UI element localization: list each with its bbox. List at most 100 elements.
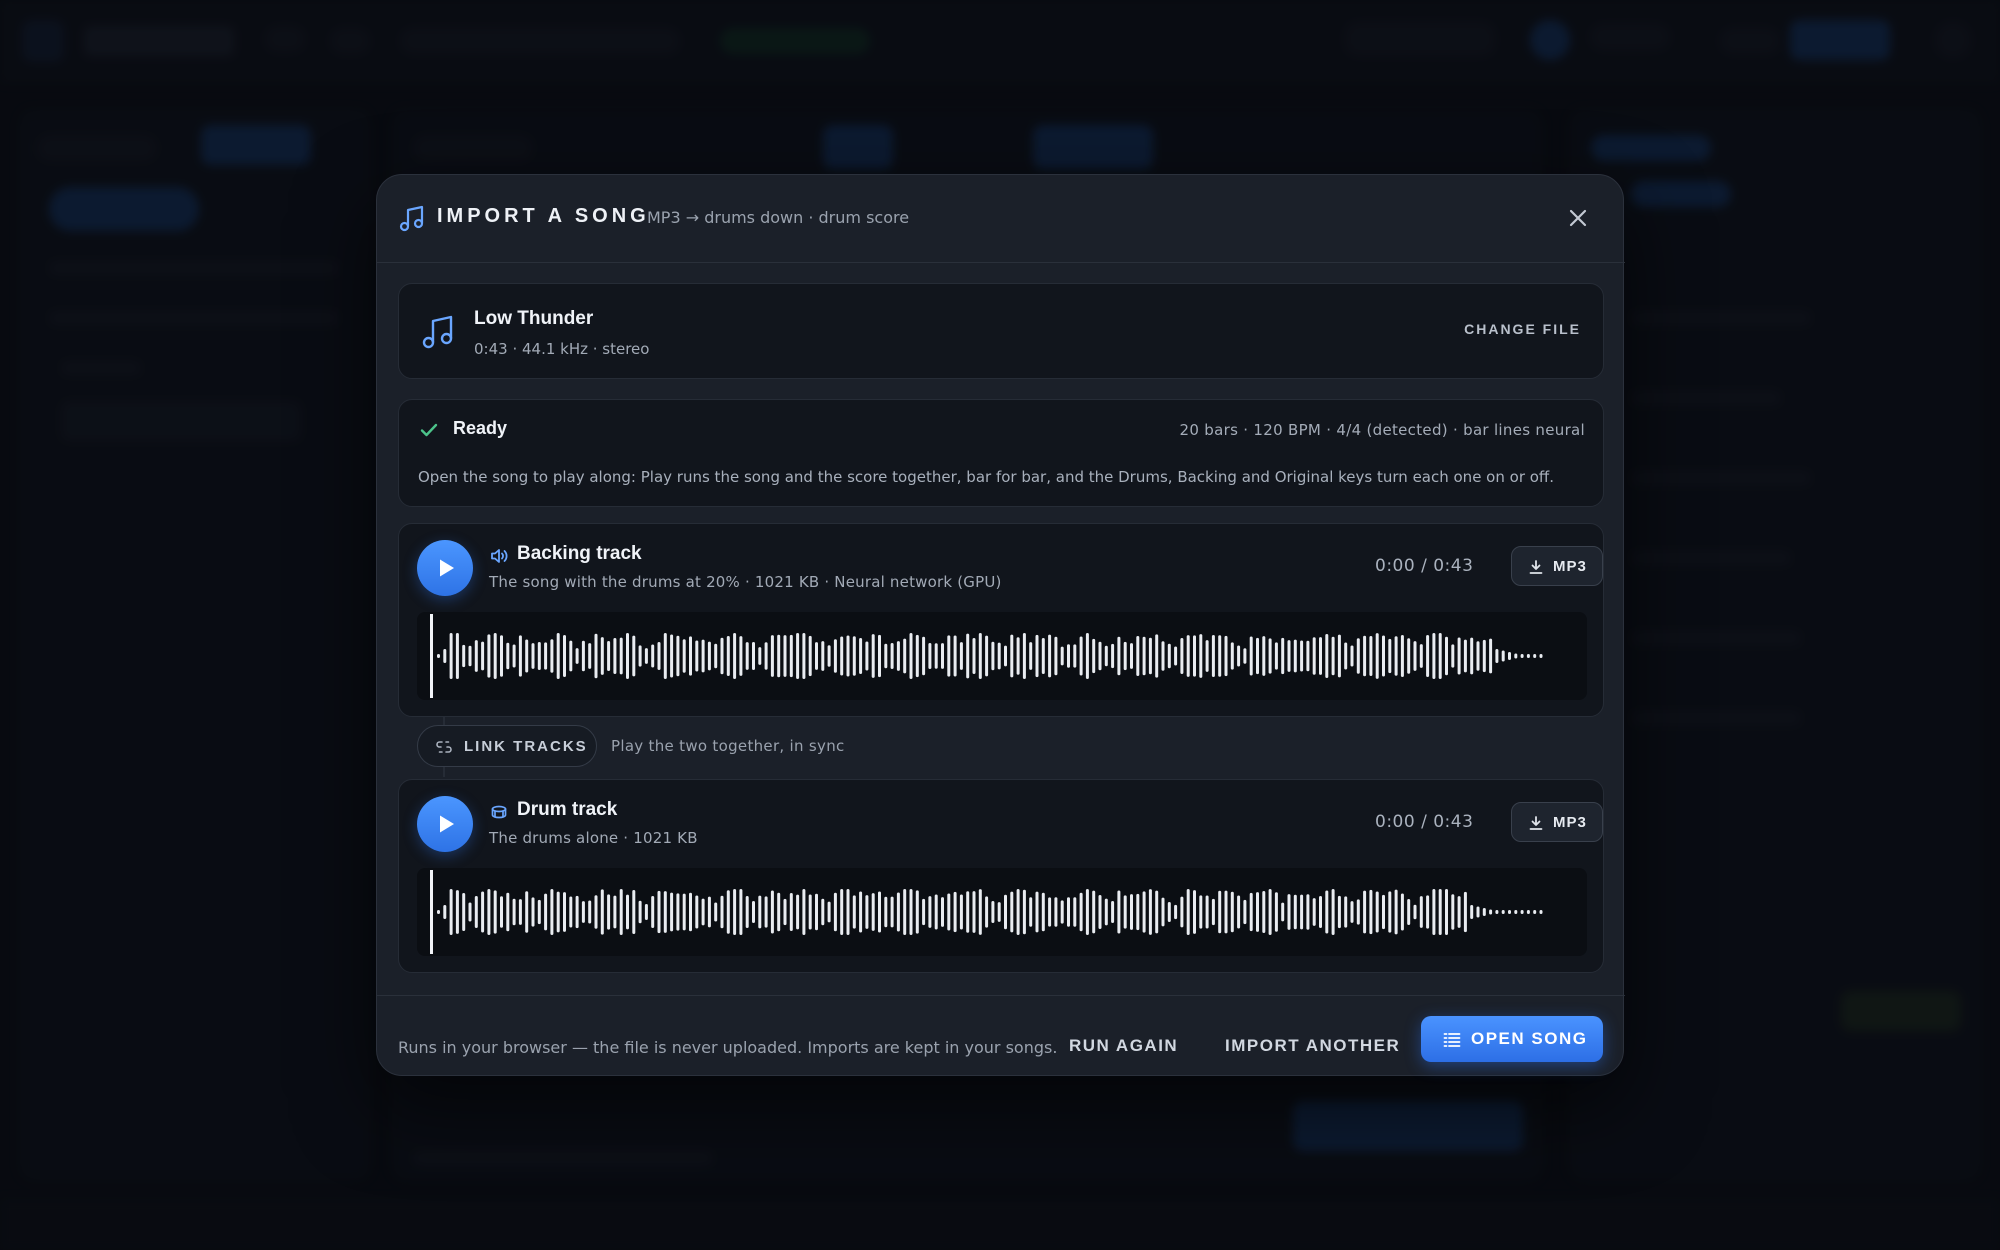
waveform-bar (481, 641, 485, 671)
waveform-bar (871, 893, 875, 931)
file-name: Low Thunder (474, 308, 594, 329)
import-another-button[interactable]: IMPORT ANOTHER (1225, 1036, 1400, 1056)
waveform-bar (1539, 654, 1543, 658)
waveform-bar (544, 893, 548, 931)
waveform-bar (1419, 896, 1423, 928)
waveform-bar (689, 892, 692, 932)
waveform-bar (707, 896, 711, 928)
waveform-bar (966, 891, 970, 933)
waveform-bar (1407, 638, 1411, 674)
file-meta: 0:43 · 44.1 kHz · stereo (474, 340, 650, 358)
waveform-bar (720, 895, 724, 929)
waveform-bar (581, 640, 585, 672)
waveform-bar (1224, 890, 1228, 934)
waveform-bar (1375, 633, 1379, 679)
drum-play-button[interactable] (417, 796, 473, 852)
run-again-button[interactable]: RUN AGAIN (1069, 1036, 1178, 1056)
playhead[interactable] (430, 870, 433, 954)
waveform-bar (764, 896, 768, 928)
waveform-bar (1489, 638, 1493, 674)
playhead[interactable] (430, 614, 433, 698)
waveform-bar (506, 892, 510, 932)
waveform-bar (796, 894, 800, 930)
waveform-bar (739, 636, 743, 676)
link-tracks-button[interactable]: LINK TRACKS (417, 725, 597, 767)
dialog-header: IMPORT A SONG MP3 → drums down · drum sc… (377, 175, 1625, 263)
backing-download-button[interactable]: MP3 (1511, 546, 1603, 586)
link-icon (436, 741, 452, 753)
waveform-bar (833, 892, 837, 932)
link-tracks-hint: Play the two together, in sync (611, 737, 845, 755)
waveform-bar (1130, 894, 1133, 930)
waveform-bar (827, 645, 831, 667)
change-file-button[interactable]: CHANGE FILE (1464, 321, 1581, 337)
waveform-bar (733, 889, 737, 935)
waveform-bar (1111, 643, 1115, 669)
waveform-bar (1325, 634, 1329, 678)
waveform-bar (1237, 895, 1241, 929)
waveform-bar (1142, 636, 1146, 676)
waveform-bar (443, 649, 447, 663)
backing-track-title: Backing track (517, 543, 642, 564)
backing-track-meta: The song with the drums at 20% · 1021 KB… (489, 573, 1002, 591)
open-song-button[interactable]: OPEN SONG (1421, 1016, 1603, 1062)
waveform-bar (1060, 646, 1064, 666)
waveform-bar (1356, 899, 1360, 925)
close-icon[interactable] (1565, 205, 1591, 231)
waveform-bar (1218, 890, 1222, 934)
waveform-bar (865, 895, 869, 929)
privacy-note: Runs in your browser — the file is never… (398, 1038, 1058, 1057)
waveform-bar (1457, 896, 1461, 928)
waveform-bar (884, 643, 888, 669)
waveform-bar (1016, 889, 1020, 935)
waveform-bar (1413, 904, 1417, 920)
drum-download-button[interactable]: MP3 (1511, 802, 1603, 842)
waveform-bar (493, 890, 497, 934)
waveform-bar (455, 890, 459, 934)
waveform-bar (802, 889, 806, 935)
waveform-bar (563, 892, 566, 932)
waveform-bar (1432, 889, 1436, 935)
waveform-bar (1205, 895, 1209, 929)
waveform-bar (676, 635, 680, 677)
waveform-bar (695, 895, 699, 929)
waveform-bar (1041, 637, 1045, 675)
waveform-bar (518, 635, 522, 677)
waveform-bar (1426, 635, 1430, 677)
waveform-bar (959, 642, 963, 670)
waveform-bar (1287, 640, 1291, 672)
waveform-bar (1508, 910, 1511, 914)
waveform-bar (437, 910, 440, 914)
waveform-bar (890, 896, 894, 928)
waveform-bar (997, 902, 1001, 922)
waveform-bar (726, 635, 730, 677)
waveform-bar (846, 889, 850, 935)
waveform-bar (1400, 893, 1404, 931)
waveform-bar (941, 897, 944, 927)
waveform-bar (1218, 635, 1222, 677)
waveform-bar (903, 889, 907, 935)
waveform-bar (481, 891, 485, 933)
waveform-bar (815, 642, 818, 670)
waveform-bar (1067, 644, 1070, 668)
waveform-bar (733, 633, 737, 679)
waveform-bar (1375, 891, 1379, 933)
waveform-bar (487, 889, 491, 935)
waveform-bar (1073, 644, 1077, 668)
waveform-bar (1526, 910, 1530, 914)
waveform-bar (1004, 894, 1007, 930)
drum-waveform[interactable] (417, 868, 1587, 956)
backing-waveform[interactable] (417, 612, 1587, 700)
waveform-bar (1539, 910, 1543, 914)
waveform-bar (1463, 891, 1467, 933)
waveform-bar (1526, 654, 1530, 658)
waveform-bar (1287, 894, 1291, 930)
status-description: Open the song to play along: Play runs t… (418, 468, 1555, 486)
waveform-bar (556, 891, 560, 933)
waveform-bar (449, 633, 453, 679)
waveform-bar (670, 634, 674, 678)
waveform-bar (1148, 637, 1152, 675)
backing-play-button[interactable] (417, 540, 473, 596)
waveform-bar (1356, 638, 1360, 674)
waveform-bar (884, 896, 888, 928)
